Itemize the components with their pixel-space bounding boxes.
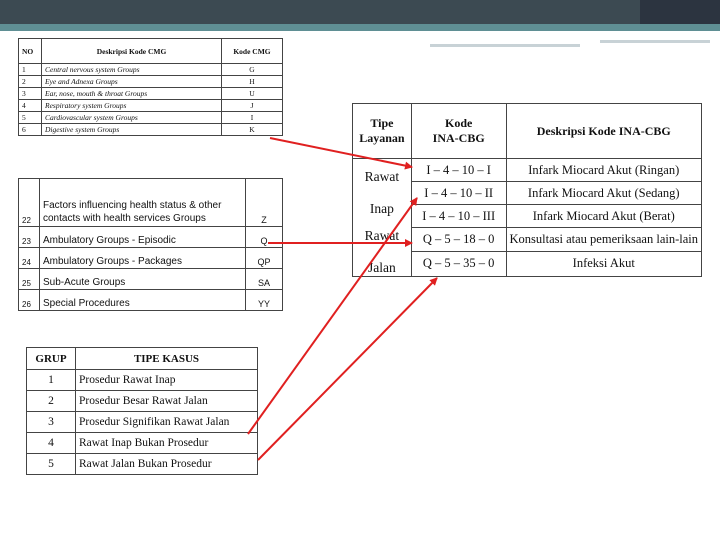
arrows-layer	[247, 137, 438, 461]
arrow-grup5-to-jalan	[257, 277, 438, 461]
arrow-grup4-to-inap	[247, 197, 418, 435]
arrow-cardio-to-inap	[269, 137, 413, 170]
